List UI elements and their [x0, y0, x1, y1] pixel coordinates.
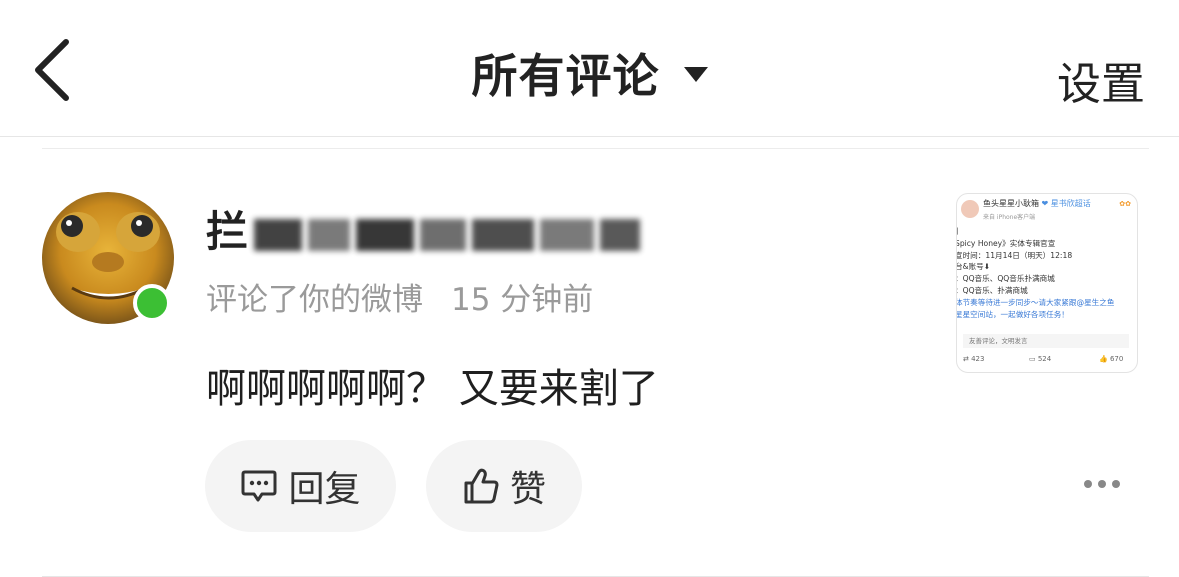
thumbnail-avatar	[961, 200, 979, 218]
reply-label: 回复	[288, 469, 361, 510]
redacted-block	[356, 218, 415, 251]
redacted-block	[308, 218, 351, 251]
timestamp: 15 分钟前	[451, 282, 594, 318]
thumbnail-author: 鱼头星星小耿箱 ❤ 星书欣超话	[983, 199, 1091, 208]
page-title: 所有评论	[471, 49, 660, 103]
divider	[42, 148, 1149, 149]
action-text: 评论了你的微博	[206, 282, 423, 318]
thumbnail-source: 来自 iPhone客户端	[983, 214, 1036, 221]
comment-count-icon: ▭ 524	[1029, 355, 1052, 363]
redacted-block	[600, 218, 641, 251]
username[interactable]: 拦	[206, 198, 641, 256]
redacted-block	[420, 218, 467, 251]
caret-down-icon	[683, 67, 708, 82]
thumbnail-comment-hint: 友善评论，文明发言	[963, 334, 1129, 348]
thumbnail-follow-icon: ✿✿	[1119, 200, 1131, 208]
comment-text: 啊啊啊啊啊？ 又要来割了	[206, 366, 659, 412]
repost-icon: ⇄ 423	[963, 355, 985, 363]
like-button[interactable]: 赞	[426, 440, 582, 532]
thumbnail-header: 鱼头星星小耿箱 ❤ 星书欣超话 来自 iPhone客户端 ✿✿	[961, 198, 1133, 226]
like-label: 赞	[509, 469, 546, 510]
comment-icon	[241, 470, 277, 502]
redacted-block	[472, 218, 535, 251]
title-dropdown[interactable]: 所有评论	[0, 40, 1179, 106]
redacted-block	[540, 218, 595, 251]
online-status-dot	[133, 284, 171, 322]
like-count-icon: 👍 670	[1099, 355, 1124, 363]
settings-button[interactable]: 设置	[1057, 48, 1145, 112]
redacted-block	[254, 218, 303, 251]
top-bar: 所有评论 设置	[0, 0, 1179, 137]
reply-button[interactable]: 回复	[205, 440, 396, 532]
post-thumbnail[interactable]: 鱼头星星小耿箱 ❤ 星书欣超话 来自 iPhone客户端 ✿✿ 】 Spicy …	[956, 193, 1138, 373]
more-options-icon[interactable]	[1082, 474, 1122, 494]
thumbnail-body: 】 Spicy Honey》实体专辑官宣 宣时间：11月14日（明天）12:18…	[956, 227, 1115, 319]
notification-meta: 评论了你的微博 15 分钟前	[206, 274, 593, 319]
thumbs-up-icon	[464, 468, 499, 504]
